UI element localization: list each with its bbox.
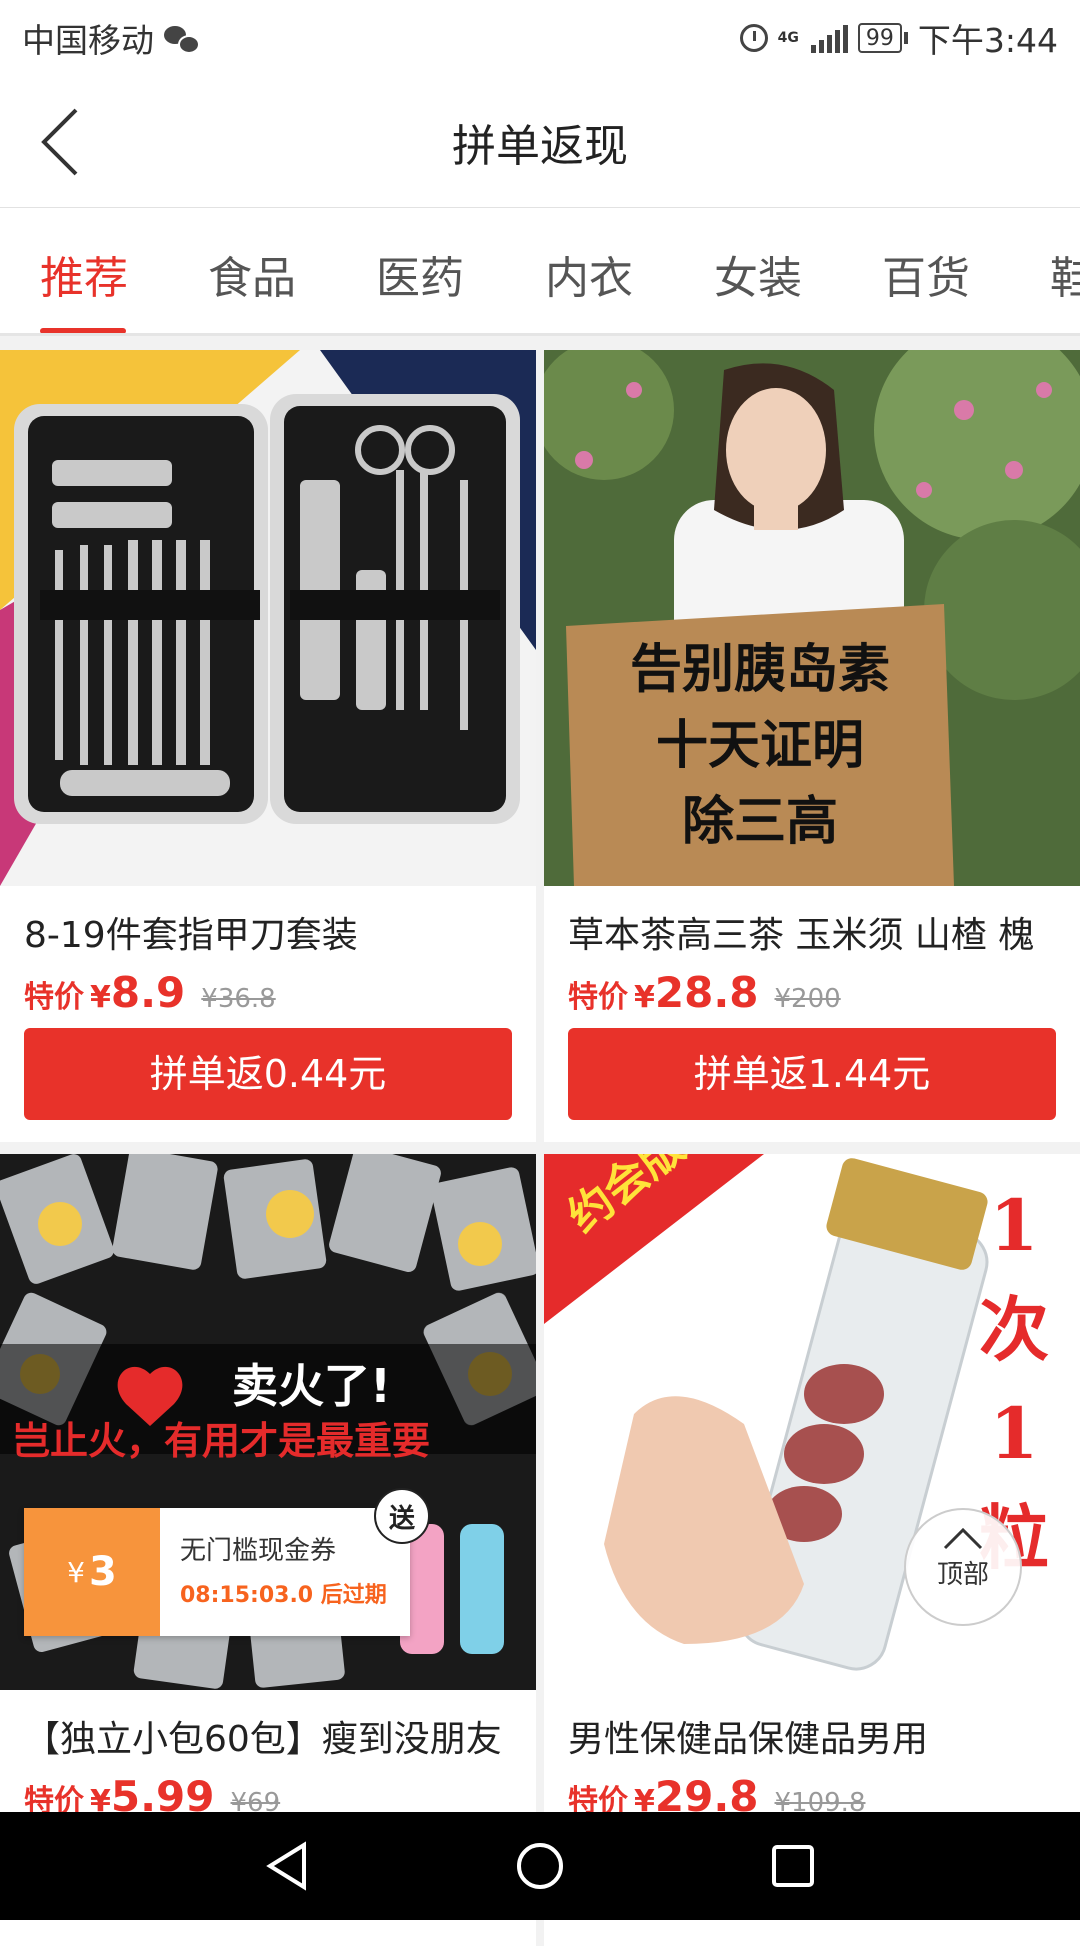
- product-title[interactable]: 草本茶高三茶 玉米须 山楂 槐: [568, 906, 1070, 958]
- product-card[interactable]: 8-19件套指甲刀套装 特价 ¥ 8.9 ¥36.8 拼单返0.44元: [0, 350, 536, 1142]
- tab-food[interactable]: 食品: [208, 242, 296, 306]
- coupon-countdown: 08:15:03.0 后过期: [180, 1583, 387, 1608]
- coupon-name: 无门槛现金券: [180, 1536, 337, 1566]
- currency-symbol: ¥: [634, 980, 655, 1015]
- back-to-top-label: 顶部: [936, 1560, 989, 1590]
- dosage-text: 1: [989, 1392, 1039, 1475]
- product-card[interactable]: 告别胰岛素 十天证明 除三高 草本茶高三茶 玉米须 山楂 槐 特价 ¥ 28.8…: [544, 350, 1080, 1142]
- gift-badge: 送: [374, 1488, 430, 1544]
- coupon-currency: ¥: [67, 1555, 85, 1589]
- back-to-top-button[interactable]: 顶部: [904, 1508, 1022, 1626]
- product-title[interactable]: 8-19件套指甲刀套装: [24, 906, 526, 958]
- original-price: ¥36.8: [201, 984, 276, 1014]
- price-label: 特价: [568, 980, 628, 1015]
- currency-symbol: ¥: [90, 980, 111, 1015]
- promo-subline: 岂止火，有用才是最重要: [12, 1419, 431, 1463]
- sign-text-line: 告别胰岛素: [629, 640, 890, 700]
- category-tabs: 推荐 食品 医药 内衣 女装 百货 鞋: [0, 208, 1080, 336]
- dosage-text: 1: [989, 1184, 1039, 1267]
- price-row: 特价 ¥ 8.9 ¥36.8: [24, 968, 276, 1017]
- tab-general-goods[interactable]: 百货: [882, 242, 970, 306]
- original-price: ¥200: [774, 984, 841, 1014]
- promo-headline: 卖火了!: [232, 1359, 391, 1413]
- sale-price: 8.9: [110, 968, 186, 1017]
- coupon-details: 无门槛现金券 08:15:03.0 后过期 送: [160, 1488, 430, 1636]
- group-cashback-button[interactable]: 拼单返0.44元: [24, 1028, 512, 1120]
- tab-womens-clothing[interactable]: 女装: [714, 242, 802, 306]
- coupon-amount-block: ¥ 3: [24, 1508, 160, 1636]
- battery-icon: 99: [857, 23, 908, 53]
- dosage-text: 次: [979, 1288, 1049, 1371]
- signal-icon: [810, 23, 848, 53]
- active-tab-indicator: [40, 328, 126, 333]
- price-row: 特价 ¥ 28.8 ¥200: [568, 968, 841, 1017]
- network-type: 4G: [777, 30, 799, 46]
- carrier-label: 中国移动: [22, 21, 154, 60]
- sign-text-line: 除三高: [681, 792, 838, 852]
- wechat-icon: [164, 24, 200, 54]
- status-bar: 中国移动 4G 99 下午3:44: [0, 0, 1080, 76]
- tab-underwear[interactable]: 内衣: [545, 242, 633, 306]
- page-title: 拼单返现: [452, 121, 628, 172]
- sale-price: 28.8: [654, 968, 759, 1017]
- sign-text-line: 十天证明: [655, 716, 864, 776]
- woman-holding-sign-image[interactable]: 告别胰岛素 十天证明 除三高: [544, 350, 1080, 886]
- home-circle-icon[interactable]: [515, 1841, 565, 1891]
- clock: 下午3:44: [917, 21, 1058, 60]
- coupon-amount: 3: [88, 1549, 117, 1595]
- recents-square-icon[interactable]: [768, 1841, 818, 1891]
- alarm-icon: [739, 24, 768, 52]
- back-triangle-icon[interactable]: [262, 1841, 312, 1891]
- tab-medicine[interactable]: 医药: [376, 242, 464, 306]
- tab-shoes[interactable]: 鞋: [1050, 242, 1080, 306]
- cash-coupon-popup[interactable]: ¥ 3 无门槛现金券 08:15:03.0 后过期 送: [24, 1488, 430, 1636]
- tab-recommend[interactable]: 推荐: [40, 242, 128, 306]
- nail-clipper-set-image[interactable]: [0, 350, 536, 886]
- product-title[interactable]: 【独立小包60包】瘦到没朋友: [24, 1710, 526, 1762]
- product-title[interactable]: 男性保健品保健品男用: [568, 1710, 1070, 1762]
- chevron-up-icon: [943, 1527, 983, 1550]
- battery-level: 99: [857, 23, 902, 53]
- group-cashback-button[interactable]: 拼单返1.44元: [568, 1028, 1056, 1120]
- price-label: 特价: [24, 980, 84, 1015]
- system-nav-bar: [0, 1812, 1080, 1920]
- app-header: 拼单返现: [0, 76, 1080, 208]
